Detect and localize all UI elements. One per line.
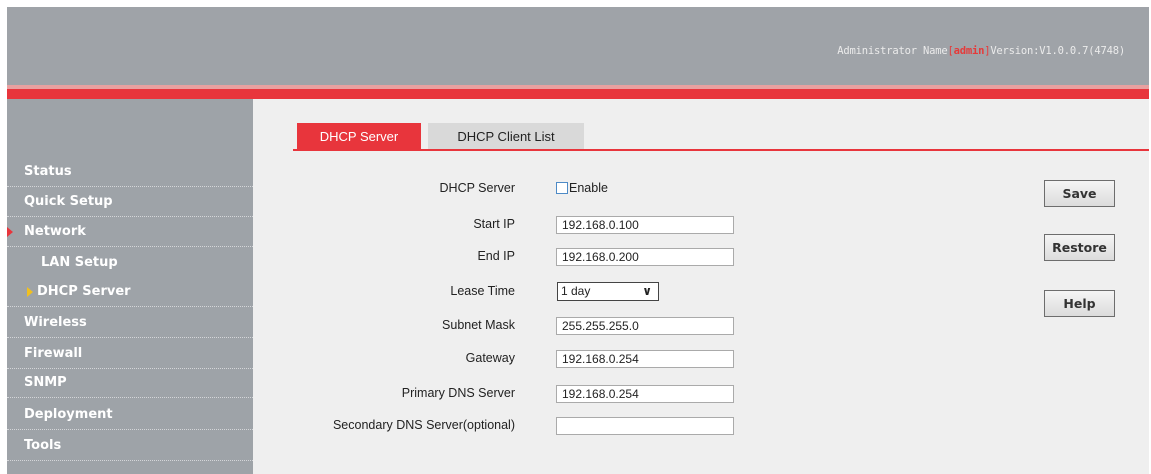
sidebar-item-snmp[interactable]: SNMP <box>7 368 253 398</box>
active-arrow-icon <box>27 287 33 297</box>
chevron-down-icon: ∨ <box>642 284 652 298</box>
enable-label[interactable]: Enable <box>569 181 608 195</box>
subnet-mask-input[interactable] <box>556 317 734 335</box>
sidebar-item-label: LAN Setup <box>41 255 118 270</box>
help-button[interactable]: Help <box>1044 290 1115 317</box>
secondary-dns-label: Secondary DNS Server(optional) <box>332 418 515 432</box>
sidebar-item-label: Network <box>24 224 86 239</box>
gateway-input[interactable] <box>556 350 734 368</box>
admin-name-prefix: Administrator Name <box>837 45 948 57</box>
enable-checkbox[interactable] <box>556 182 568 194</box>
lease-time-value: 1 day <box>561 284 591 298</box>
lease-time-label: Lease Time <box>450 284 515 298</box>
save-button[interactable]: Save <box>1044 180 1115 207</box>
app-frame: Administrator Name[admin]Version:V1.0.0.… <box>7 7 1149 474</box>
primary-dns-label: Primary DNS Server <box>401 386 515 400</box>
primary-dns-input[interactable] <box>556 385 734 403</box>
sidebar-item-tools[interactable]: Tools <box>7 431 253 461</box>
admin-name: admin <box>953 45 985 57</box>
sidebar-item-network[interactable]: Network <box>7 217 253 247</box>
subnet-mask-label: Subnet Mask <box>442 318 515 332</box>
secondary-dns-input[interactable] <box>556 417 734 435</box>
sidebar-item-wireless[interactable]: Wireless <box>7 308 253 338</box>
end-ip-input[interactable] <box>556 248 734 266</box>
dhcp-server-label: DHCP Server <box>439 181 515 195</box>
sidebar-item-label: DHCP Server <box>37 284 131 299</box>
start-ip-input[interactable] <box>556 216 734 234</box>
sidebar-item-label: Deployment <box>24 407 113 422</box>
sidebar: Status Quick Setup Network LAN Setup DHC… <box>7 99 253 474</box>
sidebar-item-dhcp-server[interactable]: DHCP Server <box>7 277 253 307</box>
expanded-arrow-icon <box>7 227 13 237</box>
start-ip-label: Start IP <box>473 217 515 231</box>
sidebar-item-lan-setup[interactable]: LAN Setup <box>7 248 253 278</box>
header-info: Administrator Name[admin]Version:V1.0.0.… <box>837 45 1125 57</box>
header-divider <box>7 89 1149 99</box>
header: Administrator Name[admin]Version:V1.0.0.… <box>7 7 1149 85</box>
sidebar-item-deployment[interactable]: Deployment <box>7 400 253 430</box>
gateway-label: Gateway <box>465 351 515 365</box>
tab-dhcp-client-list[interactable]: DHCP Client List <box>428 123 584 150</box>
end-ip-label: End IP <box>477 249 515 263</box>
sidebar-item-label: Status <box>24 164 72 179</box>
sidebar-item-label: Firewall <box>24 346 83 361</box>
sidebar-item-status[interactable]: Status <box>7 157 253 187</box>
sidebar-item-quick-setup[interactable]: Quick Setup <box>7 187 253 217</box>
sidebar-item-label: Wireless <box>24 315 87 330</box>
sidebar-item-firewall[interactable]: Firewall <box>7 339 253 369</box>
sidebar-item-label: Tools <box>24 438 62 453</box>
lease-time-select[interactable]: 1 day ∨ <box>557 282 659 301</box>
version-text: Version:V1.0.0.7(4748) <box>990 45 1125 57</box>
tab-underline <box>293 149 1149 151</box>
sidebar-item-label: SNMP <box>24 375 67 390</box>
restore-button[interactable]: Restore <box>1044 234 1115 261</box>
main-content: DHCP Server DHCP Client List DHCP Server… <box>253 99 1149 474</box>
tab-dhcp-server[interactable]: DHCP Server <box>297 123 421 150</box>
sidebar-item-label: Quick Setup <box>24 194 113 209</box>
